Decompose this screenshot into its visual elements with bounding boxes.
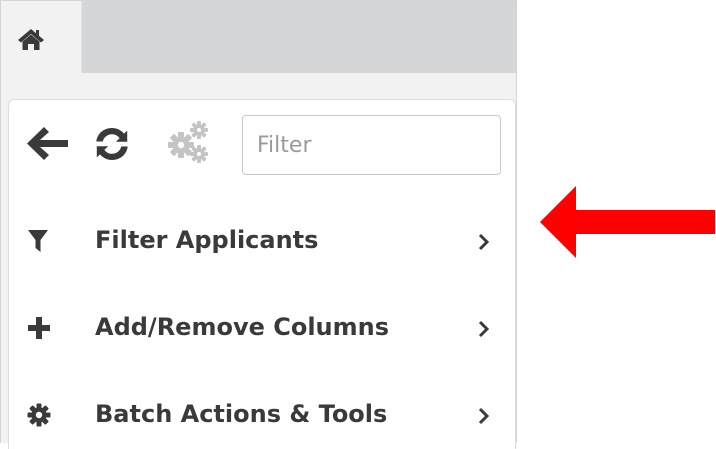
menu-item-add-remove-columns[interactable]: Add/Remove Columns	[9, 300, 515, 356]
menu-item-label: Filter Applicants	[95, 226, 319, 254]
plus-icon	[28, 317, 50, 339]
menu-item-filter-applicants[interactable]: Filter Applicants	[9, 213, 515, 269]
refresh-icon[interactable]	[91, 123, 133, 165]
filter-icon	[28, 230, 48, 252]
red-arrow-annotation	[540, 186, 715, 258]
chevron-right-icon	[478, 320, 490, 338]
gears-icon	[168, 121, 208, 163]
arrow-left-icon[interactable]	[26, 125, 70, 161]
filter-input[interactable]	[242, 115, 501, 175]
tab-bar	[1, 1, 517, 73]
menu-item-label: Batch Actions & Tools	[95, 400, 388, 428]
home-icon	[18, 29, 44, 50]
tab-home[interactable]	[1, 1, 82, 73]
gear-icon	[27, 403, 51, 427]
chevron-right-icon	[478, 233, 490, 251]
chevron-right-icon	[478, 407, 490, 425]
menu-item-batch-actions-tools[interactable]: Batch Actions & Tools	[9, 387, 515, 443]
menu-item-label: Add/Remove Columns	[95, 313, 390, 341]
